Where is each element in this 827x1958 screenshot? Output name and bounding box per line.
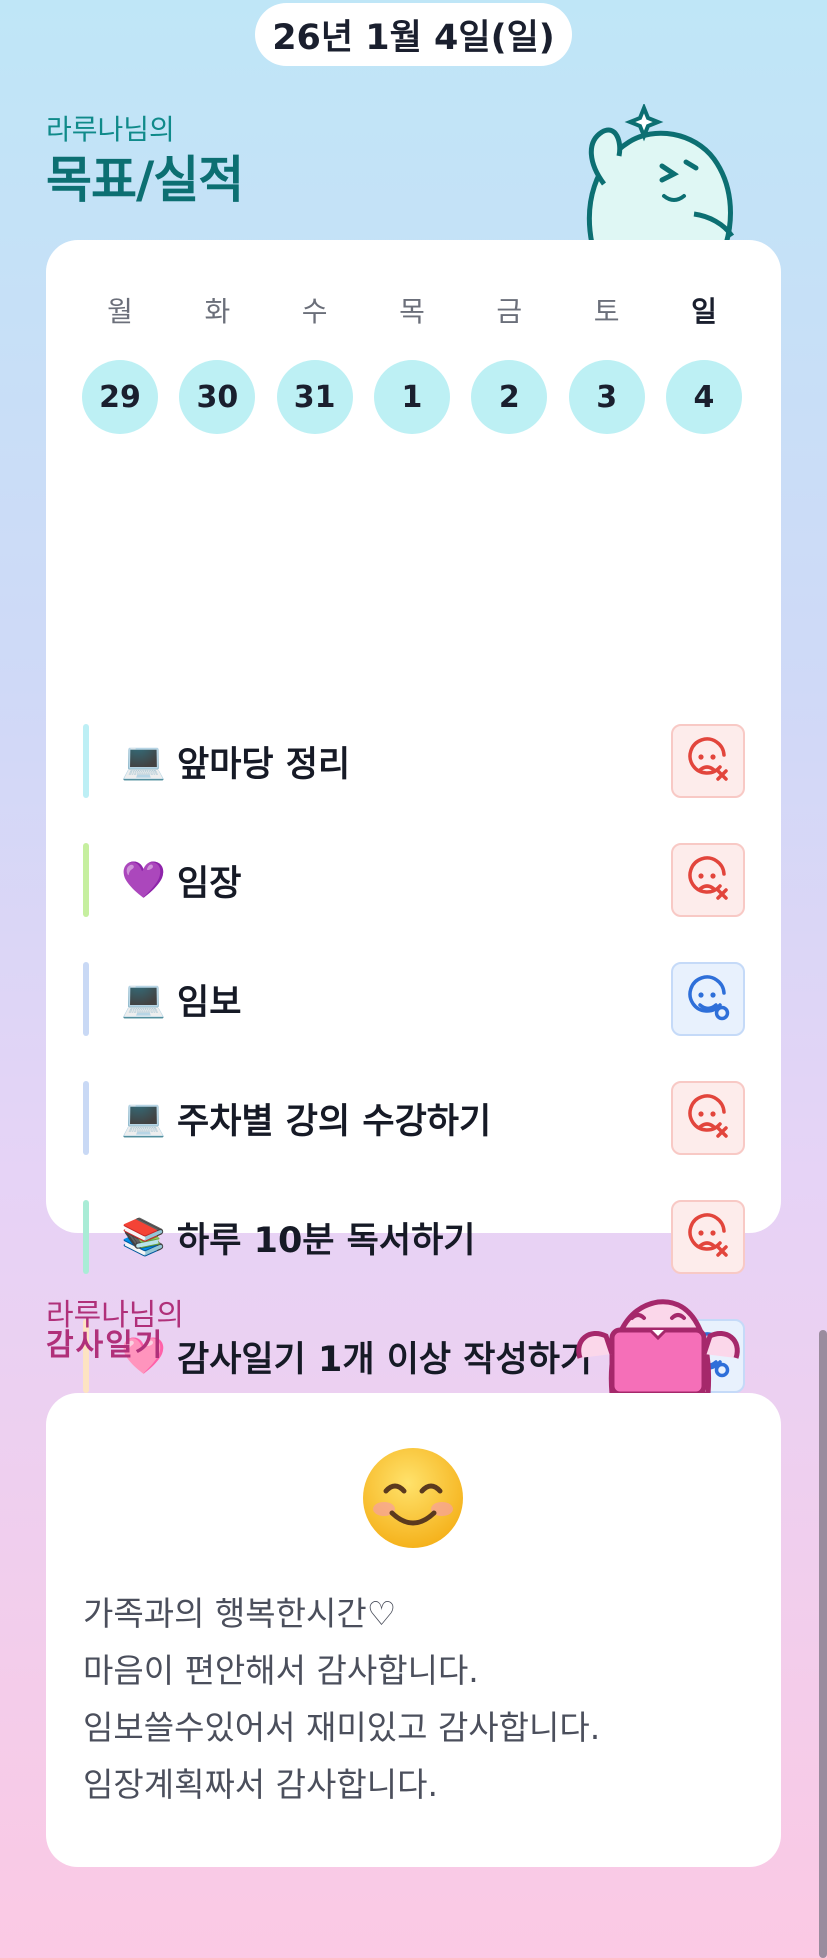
goal-color-bar — [83, 1081, 89, 1155]
goal-category-icon: 💻 — [121, 741, 166, 782]
goal-color-bar — [83, 843, 89, 917]
weekday-label-active: 일 — [691, 295, 717, 328]
status-fail-button[interactable] — [671, 843, 745, 917]
goal-label: 주차별 강의 수강하기 — [177, 1101, 492, 1142]
sad-face-x-icon — [688, 1094, 728, 1138]
day-button[interactable]: 1 — [373, 360, 450, 434]
goal-label: 임장 — [177, 863, 242, 904]
day-button[interactable]: 29 — [82, 360, 158, 434]
scrollbar[interactable] — [819, 1330, 827, 1958]
weekday-label: 수 — [301, 295, 328, 328]
mascot-thumbs-up-illustration — [586, 104, 735, 244]
sad-face-x-icon — [688, 737, 728, 781]
goals-section-title: 목표/실적 — [46, 151, 244, 209]
goal-category-icon: 📚 — [121, 1217, 166, 1258]
journal-line: 가족과의 행복한시간♡ — [83, 1594, 397, 1633]
status-fail-button[interactable] — [671, 724, 745, 798]
day-button[interactable]: 3 — [568, 360, 645, 434]
sad-face-x-icon — [688, 1213, 728, 1257]
status-fail-button[interactable] — [671, 1081, 745, 1155]
goal-row[interactable]: 💻 주차별 강의 수강하기 — [83, 1080, 745, 1156]
goal-label: 앞마당 정리 — [177, 744, 351, 785]
status-done-button[interactable] — [671, 962, 745, 1036]
weekday-label: 금 — [496, 295, 523, 328]
date-pill: 26년 1월 4일(일) — [255, 3, 572, 66]
weekday-header: 월 화 수 목 금 토 일 — [82, 290, 742, 330]
mascot-pink-illustration — [576, 1299, 740, 1394]
smiling-face-icon — [363, 1448, 463, 1548]
goal-category-icon: 💻 — [121, 979, 166, 1020]
day-button[interactable]: 31 — [276, 360, 353, 434]
day-button[interactable]: 30 — [179, 360, 256, 434]
happy-face-check-icon — [688, 975, 730, 1021]
goal-row[interactable]: 💻 앞마당 정리 — [83, 723, 745, 799]
goal-category-icon: 💜 — [121, 860, 166, 901]
day-button-selected[interactable]: 4 — [665, 360, 742, 434]
journal-line: 마음이 편안해서 감사합니다. — [83, 1651, 479, 1690]
goal-label: 임보 — [177, 982, 242, 1023]
weekday-label: 월 — [107, 295, 133, 328]
gratitude-journal-text: 가족과의 행복한시간♡ 마음이 편안해서 감사합니다. 임보쓸수있어서 재미있고… — [83, 1585, 600, 1813]
status-fail-button[interactable] — [671, 1200, 745, 1274]
gratitude-section-title: 감사일기 — [46, 1328, 165, 1363]
weekday-label: 목 — [399, 295, 425, 328]
day-button[interactable]: 2 — [471, 360, 548, 434]
goal-category-icon: 💻 — [121, 1098, 166, 1139]
goals-card: 월 화 수 목 금 토 일 29 30 31 1 2 3 4 💻 앞마당 정리 💜 임… — [46, 240, 781, 1393]
goal-color-bar — [83, 962, 89, 1036]
goal-color-bar — [83, 1200, 89, 1274]
goal-row[interactable]: 💻 임보 — [83, 961, 745, 1037]
goal-label: 하루 10분 독서하기 — [177, 1220, 476, 1261]
week-day-selector: 29 30 31 1 2 3 4 — [82, 360, 742, 434]
sad-face-x-icon — [688, 856, 728, 900]
goal-color-bar — [83, 724, 89, 798]
weekday-label: 화 — [204, 295, 231, 328]
journal-line: 임보쓸수있어서 재미있고 감사합니다. — [83, 1708, 601, 1747]
goal-row[interactable]: 📚 하루 10분 독서하기 — [83, 1199, 745, 1275]
weekday-label: 토 — [593, 295, 620, 328]
journal-line: 임장계획짜서 감사합니다. — [83, 1765, 438, 1804]
goal-row[interactable]: 💜 임장 — [83, 842, 745, 918]
